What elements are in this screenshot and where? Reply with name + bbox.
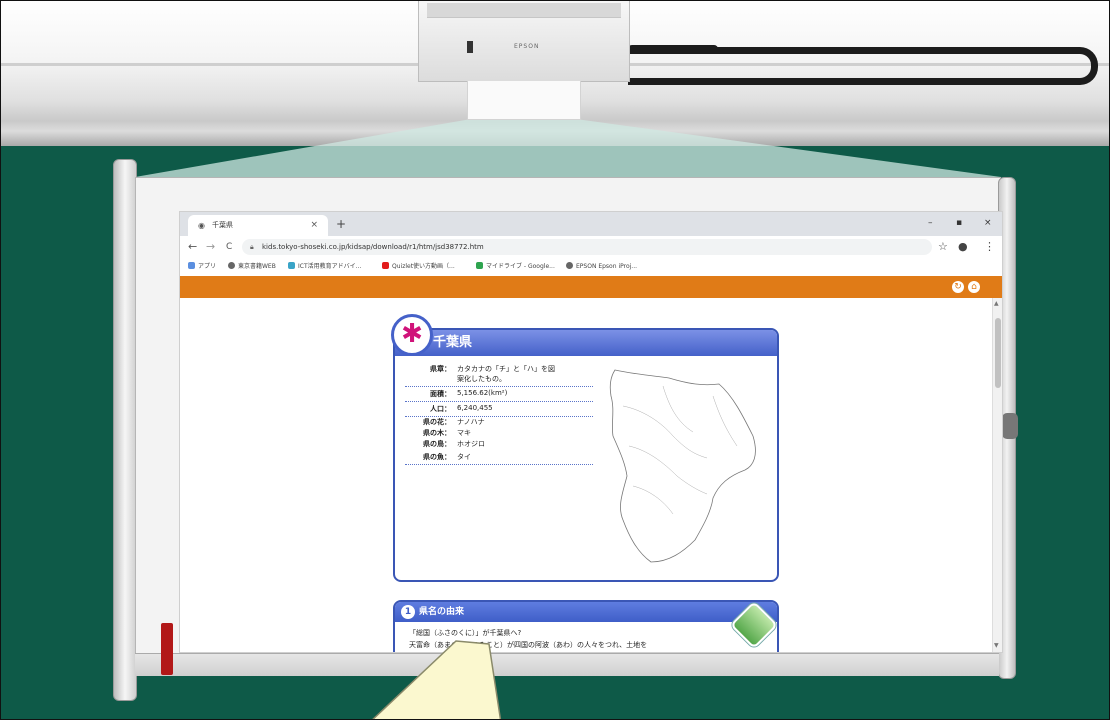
- tab-bar: ◉ 千葉県 × + – ▪ ×: [180, 212, 1002, 236]
- section-name-origin: 1 県名の由来 「総国（ふさのくに）」が千葉県へ? 天富命（あまのとみのみこと）…: [393, 600, 779, 652]
- scene: EPSON ◉ 千葉県 × + – ▪ × ← → C 🔒︎ kids.toky…: [0, 0, 1110, 720]
- page-scrollbar[interactable]: ▲ ▼: [992, 298, 1002, 652]
- projector-label: EPSON: [514, 43, 540, 50]
- youtube-icon: [382, 262, 389, 269]
- row-flower: 県の花： ナノハナ: [423, 418, 485, 426]
- cable-loop: [628, 47, 1098, 85]
- bookmark-quizlet[interactable]: Quizlet使い方動画（...: [382, 258, 455, 276]
- prefecture-info: 県章： カタカナの「チ」と「ハ」を図 案化したもの。 面積： 5,156.62(km…: [405, 362, 593, 465]
- screen-knob: [1002, 413, 1018, 439]
- row-population: 人口： 6,240,455: [405, 402, 593, 417]
- screen-bottom-bar: [135, 653, 999, 676]
- minimize-button[interactable]: –: [928, 216, 933, 230]
- prefecture-map: [609, 369, 756, 563]
- address-bar: ← → C 🔒︎ kids.tokyo-shoseki.co.jp/kidsap…: [180, 236, 1002, 259]
- section-title: 県名の由来: [419, 607, 465, 617]
- globe-icon: [228, 262, 235, 269]
- tab-title: 千葉県: [212, 221, 233, 229]
- prefecture-card: 千葉県 ✱ 県章： カタカナの「チ」と「ハ」を図 案化したもの。 面積： 5,156…: [391, 314, 779, 582]
- tab-chiba[interactable]: ◉ 千葉県 ×: [188, 215, 328, 236]
- url-field[interactable]: 🔒︎ kids.tokyo-shoseki.co.jp/kidsap/downl…: [242, 239, 932, 255]
- row-emblem-desc: 県章： カタカナの「チ」と「ハ」を図 案化したもの。: [405, 362, 593, 387]
- projector-indicator: [467, 41, 473, 53]
- section-header: 1 県名の由来: [395, 602, 777, 622]
- bookmark-ict[interactable]: ICT活用教育アドバイ...: [288, 258, 361, 276]
- bookmark-star-icon[interactable]: ☆: [938, 239, 948, 255]
- reload-button[interactable]: C: [226, 240, 232, 254]
- projector-lens: [467, 81, 581, 120]
- reload-page-icon[interactable]: ↻: [952, 281, 964, 293]
- bookmarks-bar: アプリ 東京書籍WEB ICT活用教育アドバイ... Quizlet使い方動画（…: [180, 258, 1002, 276]
- scroll-up-icon[interactable]: ▲: [994, 300, 999, 308]
- section-text-line-1: 「総国（ふさのくに）」が千葉県へ?: [409, 629, 522, 637]
- page-icon: [288, 262, 295, 269]
- tab-close-icon[interactable]: ×: [310, 215, 318, 236]
- site-header-bar: ↻ ⌂: [180, 276, 1002, 298]
- prefecture-name: 千葉県: [433, 335, 473, 350]
- menu-icon[interactable]: ⋮: [984, 239, 995, 255]
- bookmark-google-drive[interactable]: マイドライブ - Google...: [476, 258, 555, 276]
- url-text: kids.tokyo-shoseki.co.jp/kidsap/download…: [262, 243, 484, 251]
- back-button[interactable]: ←: [188, 240, 197, 254]
- card-header: 千葉県: [395, 330, 777, 356]
- bookmark-epson[interactable]: EPSON Epson iProj...: [566, 258, 637, 276]
- apps-grid-icon: [188, 262, 195, 269]
- prefecture-emblem-icon: ✱: [391, 314, 433, 356]
- screen-pull-handle: [161, 623, 173, 675]
- projector: EPSON: [418, 1, 630, 82]
- bookmark-tokyo-shoseki[interactable]: 東京書籍WEB: [228, 258, 276, 276]
- browser-window: ◉ 千葉県 × + – ▪ × ← → C 🔒︎ kids.tokyo-shos…: [179, 211, 1003, 653]
- screen-pole-left: [113, 159, 137, 701]
- drive-icon: [476, 262, 483, 269]
- account-icon[interactable]: ●: [958, 239, 968, 255]
- new-tab-button[interactable]: +: [336, 215, 346, 233]
- globe-icon: [566, 262, 573, 269]
- section-number-badge: 1: [401, 605, 415, 619]
- section-text-line-2: 天富命（あまのとみのみこと）が四国の阿波（あわ）の人々をつれ、土地を: [409, 641, 648, 649]
- lock-icon: 🔒︎: [250, 243, 254, 251]
- row-bird: 県の鳥： ホオジロ: [423, 440, 485, 448]
- scroll-down-icon[interactable]: ▼: [994, 642, 999, 650]
- scroll-thumb[interactable]: [995, 318, 1001, 388]
- maximize-button[interactable]: ▪: [956, 216, 962, 230]
- forward-button[interactable]: →: [206, 240, 215, 254]
- bookmark-apps[interactable]: アプリ: [188, 258, 216, 276]
- globe-icon: ◉: [198, 221, 205, 230]
- row-fish: 県の魚： タイ: [405, 450, 593, 465]
- home-icon[interactable]: ⌂: [968, 281, 980, 293]
- row-tree: 県の木： マキ: [423, 429, 471, 437]
- close-window-button[interactable]: ×: [984, 216, 992, 230]
- row-area: 面積： 5,156.62(km²): [405, 387, 593, 402]
